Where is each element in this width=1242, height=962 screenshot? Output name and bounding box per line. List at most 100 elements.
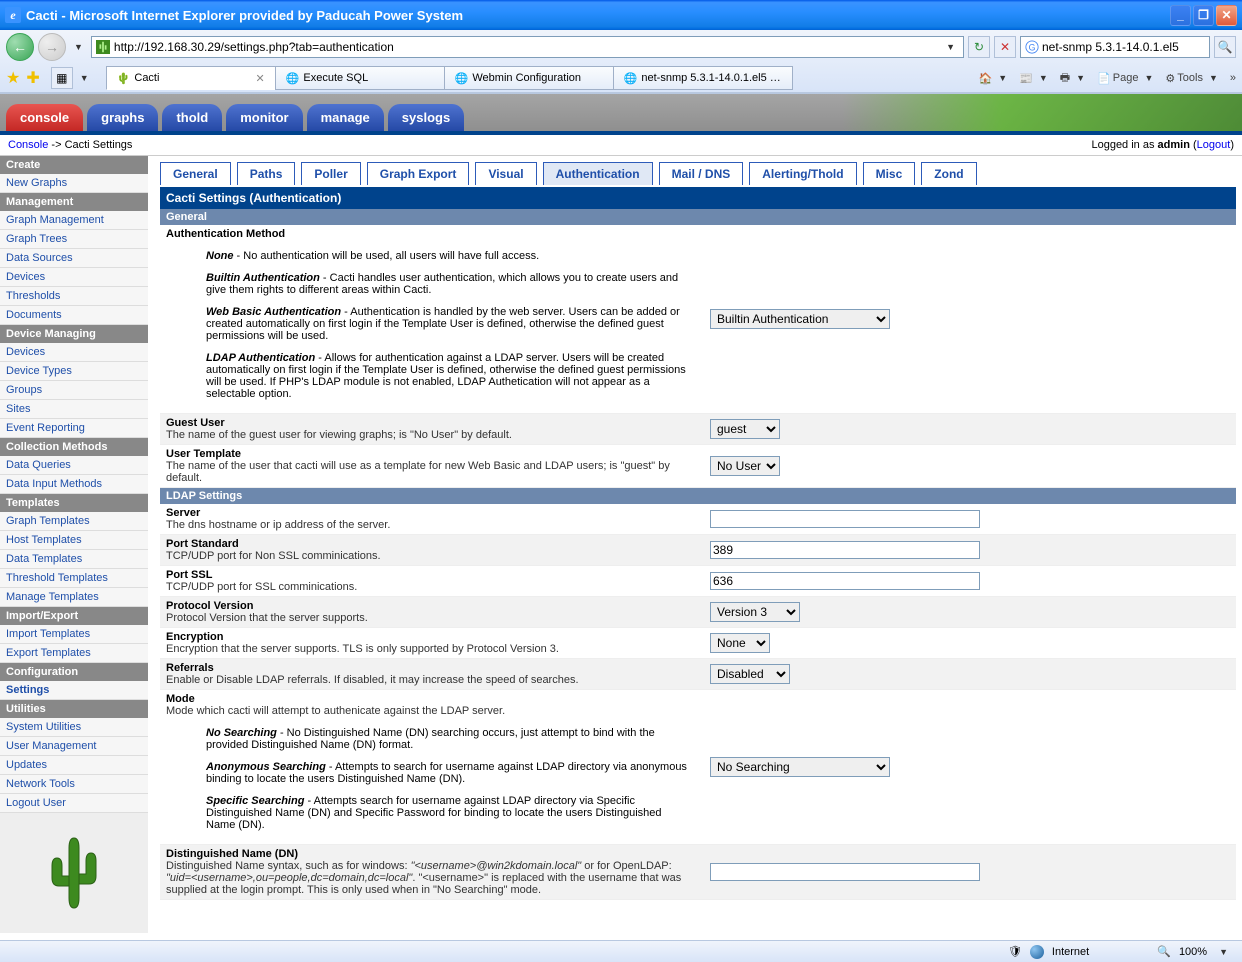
sidebar-item-settings[interactable]: Settings bbox=[0, 681, 148, 700]
sidebar-item-groups[interactable]: Groups bbox=[0, 381, 148, 400]
sidebar-item-graph-templates[interactable]: Graph Templates bbox=[0, 512, 148, 531]
sidebar-item-graph-management[interactable]: Graph Management bbox=[0, 211, 148, 230]
forward-button[interactable]: → bbox=[38, 33, 66, 61]
sidebar-item-graph-trees[interactable]: Graph Trees bbox=[0, 230, 148, 249]
sidebar-item-updates[interactable]: Updates bbox=[0, 756, 148, 775]
row-server: ServerThe dns hostname or ip address of … bbox=[160, 504, 1236, 535]
sidebar-item-data-input-methods[interactable]: Data Input Methods bbox=[0, 475, 148, 494]
nav-tab-monitor[interactable]: monitor bbox=[226, 104, 302, 131]
user-template-select[interactable]: No User bbox=[710, 456, 780, 476]
row-guest-user: Guest User The name of the guest user fo… bbox=[160, 414, 1236, 445]
tab-close-icon[interactable]: ✕ bbox=[255, 72, 264, 85]
sidebar-item-export-templates[interactable]: Export Templates bbox=[0, 644, 148, 663]
url-input[interactable] bbox=[114, 40, 942, 54]
nav-history-dropdown[interactable]: ▼ bbox=[70, 42, 87, 52]
settings-tab-general[interactable]: General bbox=[160, 162, 231, 185]
sidebar-item-devices[interactable]: Devices bbox=[0, 343, 148, 362]
settings-tab-zond[interactable]: Zond bbox=[921, 162, 976, 185]
sidebar-item-network-tools[interactable]: Network Tools bbox=[0, 775, 148, 794]
sidebar-item-new-graphs[interactable]: New Graphs bbox=[0, 174, 148, 193]
sidebar-item-data-templates[interactable]: Data Templates bbox=[0, 550, 148, 569]
tab-favicon-icon: 🌵 bbox=[117, 72, 131, 85]
maximize-button[interactable]: ❐ bbox=[1193, 5, 1214, 26]
nav-tab-graphs[interactable]: graphs bbox=[87, 104, 158, 131]
internet-zone-label: Internet bbox=[1052, 946, 1089, 958]
sidebar-item-event-reporting[interactable]: Event Reporting bbox=[0, 419, 148, 438]
browser-toolbar: ← → ▼ ▼ ↻ ✕ G net-snmp 5.3.1-14.0.1.el5 … bbox=[0, 30, 1242, 93]
auth-method-select[interactable]: Builtin Authentication bbox=[710, 309, 890, 329]
search-input[interactable]: net-snmp 5.3.1-14.0.1.el5 bbox=[1042, 40, 1205, 54]
settings-tab-paths[interactable]: Paths bbox=[237, 162, 296, 185]
home-button[interactable]: 🏠▼ bbox=[979, 72, 1012, 85]
browser-tab-1[interactable]: 🌐Execute SQL bbox=[275, 66, 445, 90]
port-standard-input[interactable] bbox=[710, 541, 980, 559]
address-bar[interactable]: ▼ bbox=[91, 36, 964, 58]
sidebar-item-sites[interactable]: Sites bbox=[0, 400, 148, 419]
tab-label: Execute SQL bbox=[303, 72, 368, 84]
sidebar-item-documents[interactable]: Documents bbox=[0, 306, 148, 325]
server-input[interactable] bbox=[710, 510, 980, 528]
settings-tab-visual[interactable]: Visual bbox=[475, 162, 536, 185]
feeds-button[interactable]: 📰▼ bbox=[1019, 72, 1052, 85]
browser-tab-0[interactable]: 🌵Cacti✕ bbox=[106, 66, 276, 90]
minimize-button[interactable]: _ bbox=[1170, 5, 1191, 26]
settings-tab-graph-export[interactable]: Graph Export bbox=[367, 162, 470, 185]
current-user: admin bbox=[1158, 139, 1190, 151]
referrals-select[interactable]: Disabled bbox=[710, 664, 790, 684]
settings-tab-poller[interactable]: Poller bbox=[301, 162, 360, 185]
guest-user-select[interactable]: guest bbox=[710, 419, 780, 439]
sidebar-item-import-templates[interactable]: Import Templates bbox=[0, 625, 148, 644]
help-button[interactable]: » bbox=[1230, 72, 1236, 84]
settings-tab-misc[interactable]: Misc bbox=[863, 162, 916, 185]
sidebar-item-devices[interactable]: Devices bbox=[0, 268, 148, 287]
zoom-icon[interactable]: 🔍 bbox=[1157, 945, 1171, 958]
window-title: Cacti - Microsoft Internet Explorer prov… bbox=[26, 8, 463, 23]
zoom-dropdown[interactable]: ▼ bbox=[1215, 947, 1232, 957]
sidebar-item-system-utilities[interactable]: System Utilities bbox=[0, 718, 148, 737]
nav-tab-syslogs[interactable]: syslogs bbox=[388, 104, 464, 131]
mode-select[interactable]: No Searching bbox=[710, 757, 890, 777]
url-dropdown-icon[interactable]: ▼ bbox=[942, 42, 959, 52]
quick-tabs-icon[interactable]: ▦ bbox=[51, 67, 73, 89]
row-referrals: ReferralsEnable or Disable LDAP referral… bbox=[160, 659, 1236, 690]
add-favorite-icon[interactable]: ✚ bbox=[26, 68, 39, 88]
nav-tab-manage[interactable]: manage bbox=[307, 104, 384, 131]
sidebar-item-data-queries[interactable]: Data Queries bbox=[0, 456, 148, 475]
dn-input[interactable] bbox=[710, 863, 980, 881]
nav-tab-thold[interactable]: thold bbox=[162, 104, 222, 131]
page-menu[interactable]: 📄 Page▼ bbox=[1097, 72, 1157, 85]
sidebar-item-host-templates[interactable]: Host Templates bbox=[0, 531, 148, 550]
sidebar-item-user-management[interactable]: User Management bbox=[0, 737, 148, 756]
search-box[interactable]: G net-snmp 5.3.1-14.0.1.el5 bbox=[1020, 36, 1210, 58]
zoom-level[interactable]: 100% bbox=[1179, 946, 1207, 958]
protocol-version-select[interactable]: Version 3 bbox=[710, 602, 800, 622]
stop-button[interactable]: ✕ bbox=[994, 36, 1016, 58]
favorites-icon[interactable]: ★ bbox=[6, 68, 20, 88]
sidebar-item-threshold-templates[interactable]: Threshold Templates bbox=[0, 569, 148, 588]
tab-favicon-icon: 🌐 bbox=[624, 72, 638, 85]
back-button[interactable]: ← bbox=[6, 33, 34, 61]
auth-method-label: Authentication Method bbox=[166, 228, 690, 240]
logout-link[interactable]: Logout bbox=[1197, 139, 1231, 151]
search-go-button[interactable]: 🔍 bbox=[1214, 36, 1236, 58]
sidebar-item-manage-templates[interactable]: Manage Templates bbox=[0, 588, 148, 607]
sidebar-item-device-types[interactable]: Device Types bbox=[0, 362, 148, 381]
sidebar-item-data-sources[interactable]: Data Sources bbox=[0, 249, 148, 268]
nav-tab-console[interactable]: console bbox=[6, 104, 83, 131]
print-button[interactable]: 🖶▼ bbox=[1060, 69, 1089, 88]
port-ssl-input[interactable] bbox=[710, 572, 980, 590]
settings-tab-authentication[interactable]: Authentication bbox=[543, 162, 653, 185]
settings-tab-alerting-thold[interactable]: Alerting/Thold bbox=[749, 162, 856, 185]
settings-tab-mail-dns[interactable]: Mail / DNS bbox=[659, 162, 744, 185]
sidebar-item-logout-user[interactable]: Logout User bbox=[0, 794, 148, 813]
refresh-button[interactable]: ↻ bbox=[968, 36, 990, 58]
browser-tab-2[interactable]: 🌐Webmin Configuration bbox=[444, 66, 614, 90]
encryption-select[interactable]: None bbox=[710, 633, 770, 653]
sidebar-item-thresholds[interactable]: Thresholds bbox=[0, 287, 148, 306]
tools-menu[interactable]: ⚙ Tools▼ bbox=[1165, 72, 1221, 85]
sidebar-header-configuration: Configuration bbox=[0, 663, 148, 681]
tabs-dropdown[interactable]: ▼ bbox=[76, 73, 93, 83]
breadcrumb-console-link[interactable]: Console bbox=[8, 139, 48, 151]
browser-tab-3[interactable]: 🌐net-snmp 5.3.1-14.0.1.el5 - … bbox=[613, 66, 793, 90]
window-close-button[interactable]: ✕ bbox=[1216, 5, 1237, 26]
